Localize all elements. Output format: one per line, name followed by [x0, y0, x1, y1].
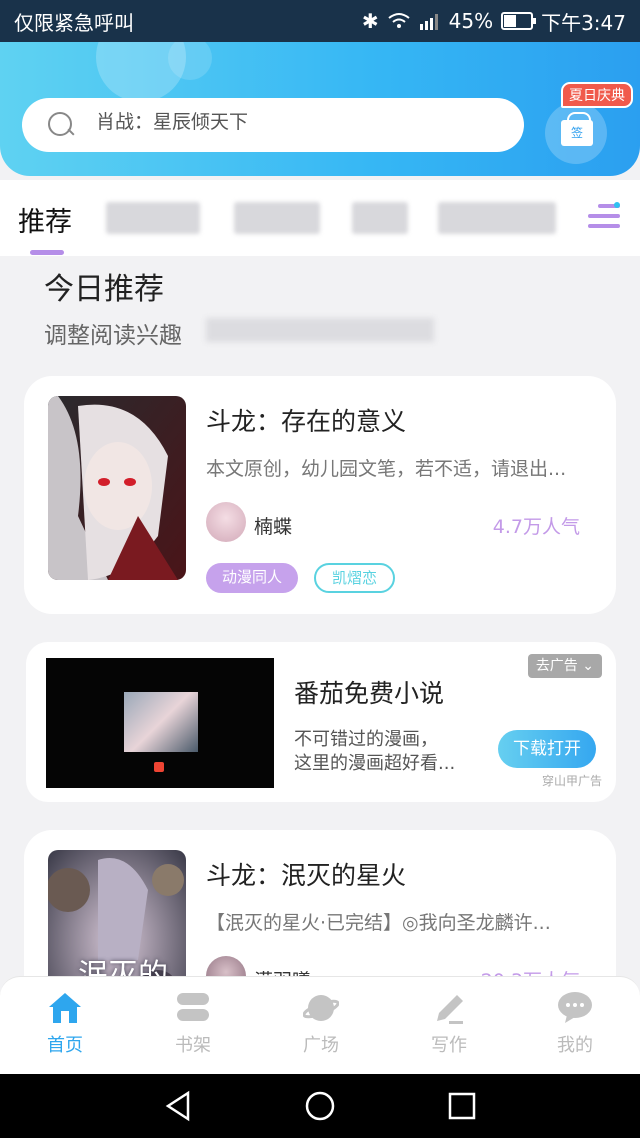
planet-icon [302, 991, 340, 1025]
battery-level [504, 15, 516, 27]
wifi-icon [388, 13, 410, 28]
signal-icon [419, 14, 438, 30]
bookshelf-icon [175, 991, 211, 1025]
nav-label: 首页 [47, 1035, 83, 1056]
tag-chip[interactable]: 凯熠恋 [314, 563, 396, 593]
status-bar: 仅限紧急呼叫 ✱ 45% 下午3:47 [0, 0, 640, 42]
carrier-text: 仅限紧急呼叫 [14, 10, 134, 35]
nav-item-square[interactable]: 广场 [281, 991, 361, 1057]
ad-image [124, 692, 198, 752]
nav-label: 写作 [431, 1035, 467, 1056]
header: 肖战：星辰倾天下 夏日庆典 签 [0, 42, 640, 176]
popularity-count: 4.7万人气 [492, 516, 580, 538]
tag-chip[interactable]: 动漫同人 [206, 563, 299, 593]
bluetooth-icon: ✱ [361, 9, 379, 33]
battery-percent: 45% [448, 9, 494, 33]
nav-label: 书架 [175, 1035, 211, 1056]
status-indicators: ✱ 45% 下午3:47 [362, 7, 626, 36]
section-title: 今日推荐 [44, 272, 164, 307]
book-title: 斗龙：泯灭的星火 [206, 861, 407, 890]
nav-item-write[interactable]: 写作 [409, 991, 489, 1057]
tab-blurred[interactable] [234, 202, 320, 234]
search-icon [48, 112, 74, 138]
book-title: 斗龙：存在的意义 [206, 407, 407, 436]
nav-label: 我的 [557, 1035, 593, 1056]
clock: 下午3:47 [541, 10, 626, 35]
battery-icon [501, 12, 537, 30]
chevron-down-icon: ⌄ [582, 658, 594, 674]
book-description: 【泯灭的星火·已完结】◎我向圣龙麟许... [206, 912, 551, 934]
ad-title: 番茄免费小说 [294, 679, 445, 708]
tab-blurred[interactable] [438, 202, 556, 234]
chat-bubble-icon [557, 991, 593, 1025]
back-icon[interactable] [164, 1090, 192, 1122]
download-open-button[interactable]: 下载打开 [498, 730, 596, 768]
adjust-interest-link[interactable]: 调整阅读兴趣 [44, 316, 182, 350]
remove-ad-button[interactable]: 去广告 ⌄ [527, 654, 602, 678]
checkin-gift-button[interactable]: 夏日庆典 签 [545, 82, 633, 172]
event-badge: 夏日庆典 [561, 82, 633, 108]
ad-desc-line: 不可错过的漫画， [294, 729, 438, 750]
pen-icon [431, 991, 467, 1025]
book-cover [48, 396, 186, 580]
nav-item-bookshelf[interactable]: 书架 [153, 991, 233, 1057]
system-nav-bar [0, 1074, 640, 1138]
ad-logo-icon [154, 762, 164, 772]
book-description: 本文原创，幼儿园文笔，若不适，请退出... [206, 458, 567, 480]
tab-blurred[interactable] [106, 202, 200, 234]
decor-bubble [168, 42, 212, 80]
tab-active-indicator [30, 250, 64, 255]
author-name: 楠蝶 [254, 516, 293, 538]
nav-label: 广场 [303, 1035, 339, 1056]
gift-icon: 签 [561, 112, 593, 146]
ad-desc-line: 这里的漫画超好看... [294, 753, 456, 774]
home-icon [47, 991, 83, 1025]
tab-blurred[interactable] [352, 202, 408, 234]
menu-icon[interactable] [588, 202, 620, 232]
ad-source-label: 穿山甲广告 [541, 774, 602, 788]
author-avatar [206, 502, 246, 542]
search-placeholder: 肖战：星辰倾天下 [96, 110, 249, 133]
search-input[interactable]: 肖战：星辰倾天下 [22, 98, 524, 152]
remove-ad-label: 去广告 [535, 658, 578, 674]
ad-card[interactable]: 番茄免费小说 不可错过的漫画， 这里的漫画超好看... 去广告 ⌄ 下载打开 穿… [26, 642, 616, 802]
nav-item-home[interactable]: 首页 [25, 991, 105, 1057]
nav-item-mine[interactable]: 我的 [535, 991, 615, 1057]
blurred-text [206, 318, 434, 342]
bottom-nav: 首页 书架 广场 写作 我的 [0, 976, 640, 1074]
home-button-icon[interactable] [304, 1090, 336, 1122]
tab-recommend[interactable]: 推荐 [18, 200, 72, 239]
book-card[interactable]: 斗龙：存在的意义 本文原创，幼儿园文笔，若不适，请退出... 楠蝶 4.7万人气… [24, 376, 616, 614]
ad-description: 不可错过的漫画， 这里的漫画超好看... [294, 728, 455, 776]
ad-video-thumbnail[interactable] [46, 658, 274, 788]
category-tabs: 推荐 [0, 180, 640, 256]
recents-icon[interactable] [448, 1092, 476, 1120]
